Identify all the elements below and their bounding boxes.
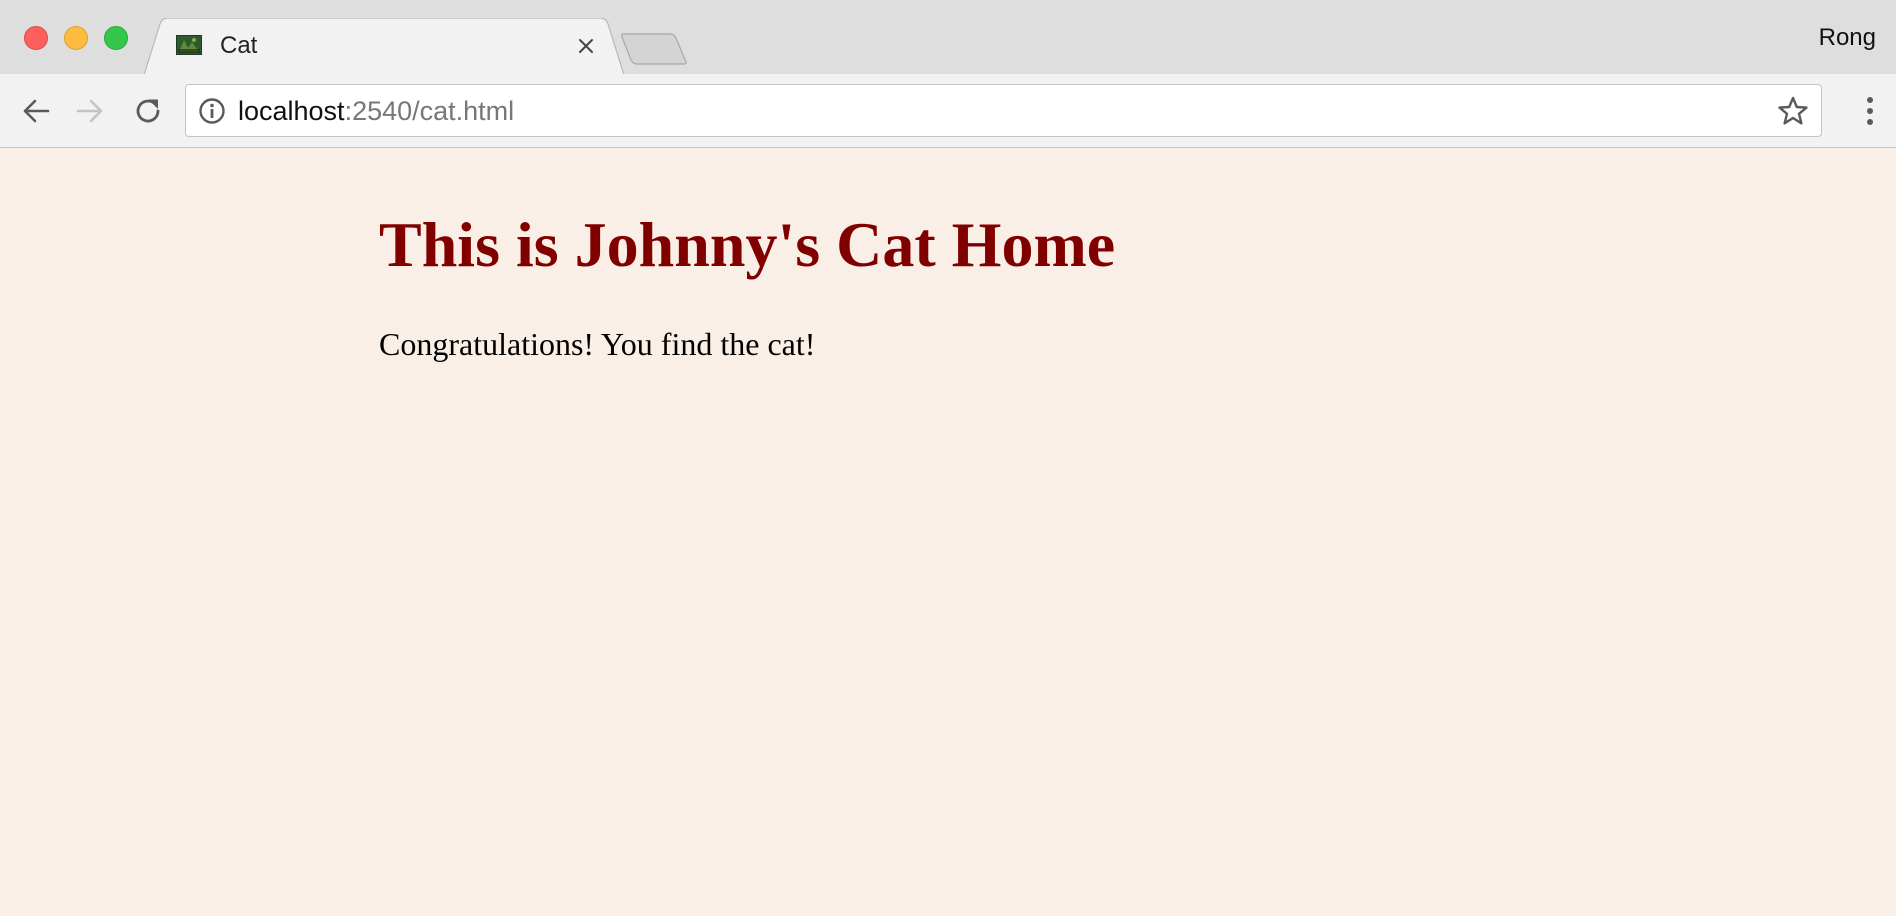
kebab-menu-icon[interactable] xyxy=(1858,92,1882,130)
url-text: localhost:2540/cat.html xyxy=(238,95,514,127)
url-path: :2540/cat.html xyxy=(344,96,515,126)
close-icon[interactable] xyxy=(572,32,600,60)
tab-title: Cat xyxy=(220,32,258,59)
back-arrow-icon[interactable] xyxy=(16,91,56,131)
page-viewport: This is Johnny's Cat Home Congratulation… xyxy=(0,148,1896,916)
page-paragraph: Congratulations! You find the cat! xyxy=(379,326,816,362)
address-bar[interactable]: localhost:2540/cat.html xyxy=(185,84,1822,137)
page-title: This is Johnny's Cat Home xyxy=(379,209,1116,280)
info-icon[interactable] xyxy=(198,97,226,125)
reload-icon[interactable] xyxy=(128,91,168,131)
toolbar: localhost:2540/cat.html xyxy=(0,74,1896,148)
forward-arrow-icon[interactable] xyxy=(70,91,110,131)
browser-window: Cat Rong localhost:2540/cat.html This is… xyxy=(0,0,1896,916)
zoom-window-button[interactable] xyxy=(104,26,128,50)
tab-strip: Cat Rong xyxy=(0,0,1896,76)
url-host: localhost xyxy=(238,96,345,126)
tab-background xyxy=(144,18,624,76)
tab-cat[interactable]: Cat xyxy=(144,18,624,76)
minimize-window-button[interactable] xyxy=(64,26,88,50)
close-window-button[interactable] xyxy=(24,26,48,50)
star-icon[interactable] xyxy=(1777,95,1809,127)
profile-button[interactable]: Rong xyxy=(1819,24,1876,52)
cat-photo-favicon xyxy=(176,35,202,55)
new-tab-icon[interactable] xyxy=(620,32,690,66)
